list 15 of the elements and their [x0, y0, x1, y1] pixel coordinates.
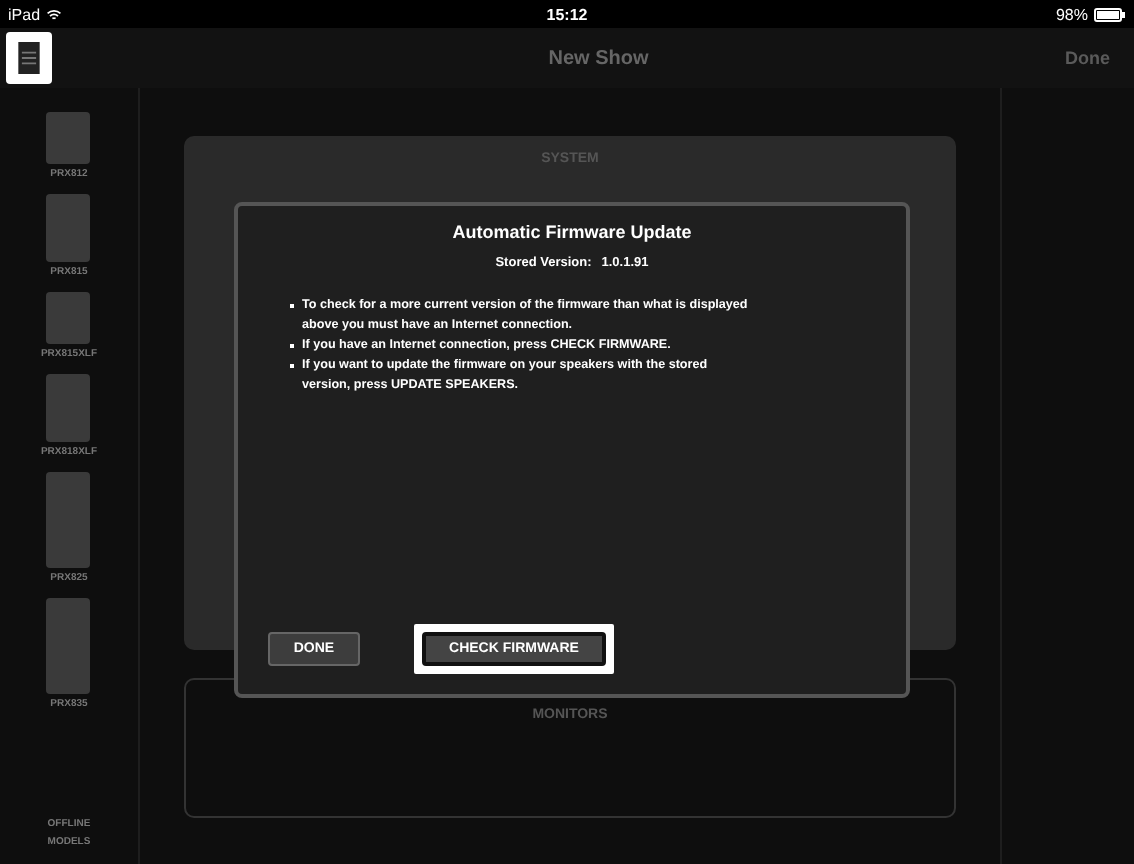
- speaker-tile[interactable]: [46, 194, 91, 262]
- speaker-tile[interactable]: [46, 112, 91, 164]
- menu-icon: [18, 42, 40, 74]
- menu-button[interactable]: [6, 32, 52, 84]
- speaker-tile[interactable]: [46, 374, 91, 442]
- device-name: iPad: [8, 5, 41, 23]
- wifi-icon: [46, 7, 63, 21]
- speaker-tile[interactable]: [46, 472, 91, 568]
- speaker-tile[interactable]: [46, 598, 91, 694]
- clock-time: 15:12: [546, 5, 588, 23]
- battery-icon: [1094, 7, 1126, 21]
- dialog-title: Automatic Firmware Update: [452, 222, 692, 242]
- screen-title: New Show: [548, 47, 649, 69]
- speaker-tile[interactable]: [46, 292, 91, 344]
- battery-percent: 98%: [1055, 5, 1088, 23]
